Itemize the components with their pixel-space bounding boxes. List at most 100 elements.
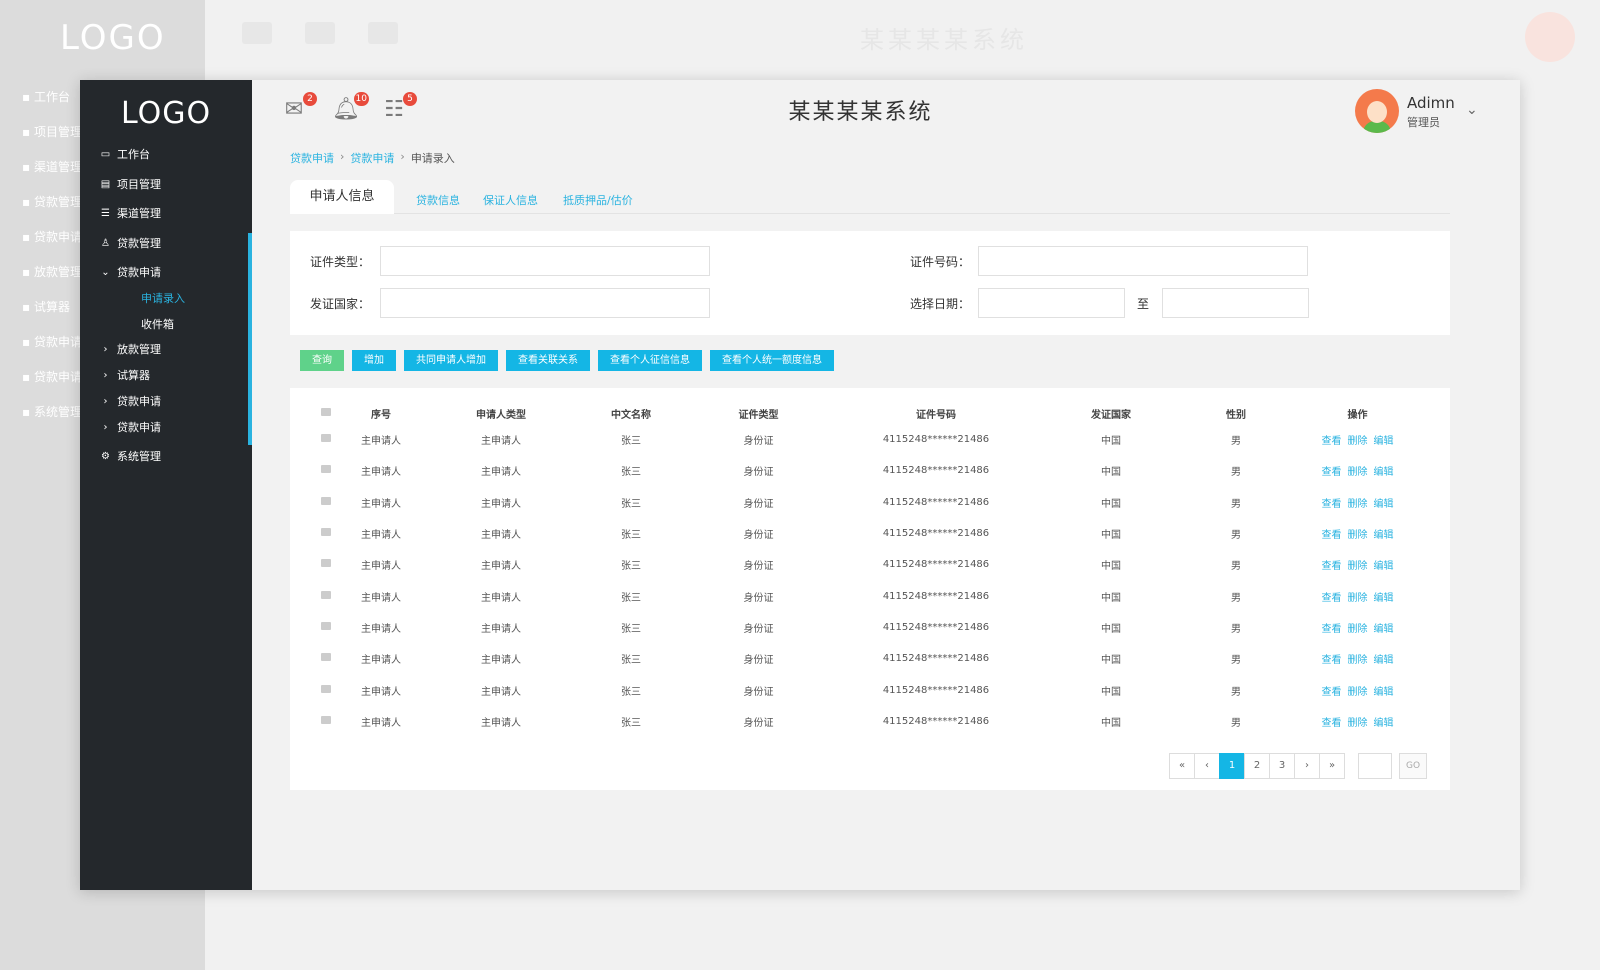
next-page-button[interactable]: › <box>1294 753 1320 779</box>
page-button[interactable]: 3 <box>1269 753 1295 779</box>
table-cell: 中国 <box>1101 467 1121 479</box>
table-cell: 男 <box>1231 530 1241 542</box>
last-page-button[interactable]: » <box>1319 753 1345 779</box>
tab-guarantor-info[interactable]: 保证人信息 <box>483 192 538 208</box>
sidebar-item-system[interactable]: ⚙ 系统管理 <box>100 448 161 464</box>
row-checkbox[interactable] <box>321 559 331 568</box>
edit-link[interactable]: 编辑 <box>1374 718 1394 729</box>
table-cell: 4115248******21486 <box>882 559 990 571</box>
delete-link[interactable]: 删除 <box>1348 624 1368 635</box>
add-co-applicant-button[interactable]: 共同申请人增加 <box>404 350 498 371</box>
view-link[interactable]: 查看 <box>1322 530 1342 541</box>
view-credit-button[interactable]: 查看个人征信信息 <box>598 350 702 371</box>
tab-loan-info[interactable]: 贷款信息 <box>416 192 460 208</box>
sidebar-item-disbursement[interactable]: › 放款管理 <box>100 341 162 357</box>
view-link[interactable]: 查看 <box>1322 687 1342 698</box>
view-relations-button[interactable]: 查看关联关系 <box>506 350 590 371</box>
delete-link[interactable]: 删除 <box>1348 499 1368 510</box>
add-button[interactable]: 增加 <box>352 350 396 371</box>
view-link[interactable]: 查看 <box>1322 624 1342 635</box>
delete-link[interactable]: 删除 <box>1348 436 1368 447</box>
view-link[interactable]: 查看 <box>1322 655 1342 666</box>
sidebar-item-workbench[interactable]: ▭ 工作台 <box>100 146 150 162</box>
edit-link[interactable]: 编辑 <box>1374 593 1394 604</box>
prev-page-button[interactable]: ‹ <box>1194 753 1220 779</box>
breadcrumb-link[interactable]: 贷款申请 <box>350 150 394 166</box>
date-to-input[interactable] <box>1162 288 1309 318</box>
row-checkbox[interactable] <box>321 465 331 474</box>
edit-link[interactable]: 编辑 <box>1374 624 1394 635</box>
view-link[interactable]: 查看 <box>1322 499 1342 510</box>
edit-link[interactable]: 编辑 <box>1374 530 1394 541</box>
view-credit-limit-button[interactable]: 查看个人统一额度信息 <box>710 350 834 371</box>
sidebar-item-label: 试算器 <box>117 369 150 382</box>
delete-link[interactable]: 删除 <box>1348 687 1368 698</box>
delete-link[interactable]: 删除 <box>1348 530 1368 541</box>
avatar[interactable] <box>1355 89 1399 133</box>
background-title: 某某某某系统 <box>860 26 1028 54</box>
row-checkbox[interactable] <box>321 434 331 443</box>
sidebar-item-loan-management[interactable]: ♙ 贷款管理 <box>100 235 161 251</box>
country-input[interactable] <box>380 288 710 318</box>
date-from-input[interactable] <box>978 288 1125 318</box>
table-cell: 4115248******21486 <box>882 715 990 727</box>
view-link[interactable]: 查看 <box>1322 593 1342 604</box>
select-all-checkbox[interactable] <box>321 407 331 416</box>
row-checkbox[interactable] <box>321 528 331 537</box>
sidebar-item-loan-application[interactable]: ⌄ 贷款申请 <box>100 264 161 280</box>
go-button[interactable]: GO <box>1399 753 1427 779</box>
row-select-cell <box>306 674 346 705</box>
row-checkbox[interactable] <box>321 684 331 693</box>
page-button[interactable]: 1 <box>1219 753 1245 779</box>
id-type-input[interactable] <box>380 246 710 276</box>
row-checkbox[interactable] <box>321 621 331 630</box>
delete-link[interactable]: 删除 <box>1348 561 1368 572</box>
view-link[interactable]: 查看 <box>1322 467 1342 478</box>
table-cell: 主申请人 <box>361 655 401 667</box>
edit-link[interactable]: 编辑 <box>1374 561 1394 572</box>
sidebar-item-channel[interactable]: ☰ 渠道管理 <box>100 205 161 221</box>
edit-link[interactable]: 编辑 <box>1374 655 1394 666</box>
table-cell: 4115248******21486 <box>882 528 990 540</box>
tab-applicant-info[interactable]: 申请人信息 <box>290 180 394 214</box>
select-all-cell <box>306 402 346 424</box>
page-button[interactable]: 2 <box>1244 753 1270 779</box>
sidebar-item-calculator[interactable]: › 试算器 <box>100 367 151 383</box>
table-cell: 中国 <box>1101 717 1121 729</box>
table-cell: 中国 <box>1101 498 1121 510</box>
sidebar-subitem-inbox[interactable]: 收件箱 <box>141 316 174 332</box>
edit-link[interactable]: 编辑 <box>1374 499 1394 510</box>
page-jump-input[interactable] <box>1358 753 1392 779</box>
table-row: 主申请人 主申请人 张三 身份证 4115248******21486 中国 男 查看 删除 编辑 <box>306 643 1434 674</box>
row-checkbox[interactable] <box>321 590 331 599</box>
action-toolbar: 查询 增加 共同申请人增加 查看关联关系 查看个人征信信息 查看个人统一额度信息 <box>300 350 834 371</box>
table-cell: 身份证 <box>743 467 774 479</box>
sidebar-item-project[interactable]: ▤ 项目管理 <box>100 176 161 192</box>
breadcrumb-current: 申请录入 <box>410 152 455 165</box>
first-page-button[interactable]: « <box>1169 753 1195 779</box>
view-link[interactable]: 查看 <box>1322 436 1342 447</box>
breadcrumb-link[interactable]: 贷款申请 <box>290 150 334 166</box>
sidebar-subitem-application-entry[interactable]: 申请录入 <box>141 290 185 306</box>
delete-link[interactable]: 删除 <box>1348 655 1368 666</box>
edit-link[interactable]: 编辑 <box>1374 467 1394 478</box>
row-checkbox[interactable] <box>321 496 331 505</box>
row-checkbox[interactable] <box>321 653 331 662</box>
query-button[interactable]: 查询 <box>300 350 344 371</box>
edit-link[interactable]: 编辑 <box>1374 687 1394 698</box>
row-actions: 查看 删除 编辑 <box>1281 643 1434 674</box>
delete-link[interactable]: 删除 <box>1348 467 1368 478</box>
sidebar-item-loan-application-3[interactable]: › 贷款申请 <box>100 419 162 435</box>
delete-link[interactable]: 删除 <box>1348 593 1368 604</box>
edit-link[interactable]: 编辑 <box>1374 436 1394 447</box>
tab-collateral[interactable]: 抵质押品/估价 <box>563 192 633 208</box>
background-nav-item: 贷款管理 <box>22 185 82 220</box>
delete-link[interactable]: 删除 <box>1348 718 1368 729</box>
sidebar-item-label: 贷款申请 <box>117 395 161 408</box>
chevron-down-icon[interactable]: ⌄ <box>1466 102 1478 118</box>
view-link[interactable]: 查看 <box>1322 718 1342 729</box>
row-checkbox[interactable] <box>321 715 331 724</box>
view-link[interactable]: 查看 <box>1322 561 1342 572</box>
id-number-input[interactable] <box>978 246 1308 276</box>
sidebar-item-loan-application-2[interactable]: › 贷款申请 <box>100 393 162 409</box>
